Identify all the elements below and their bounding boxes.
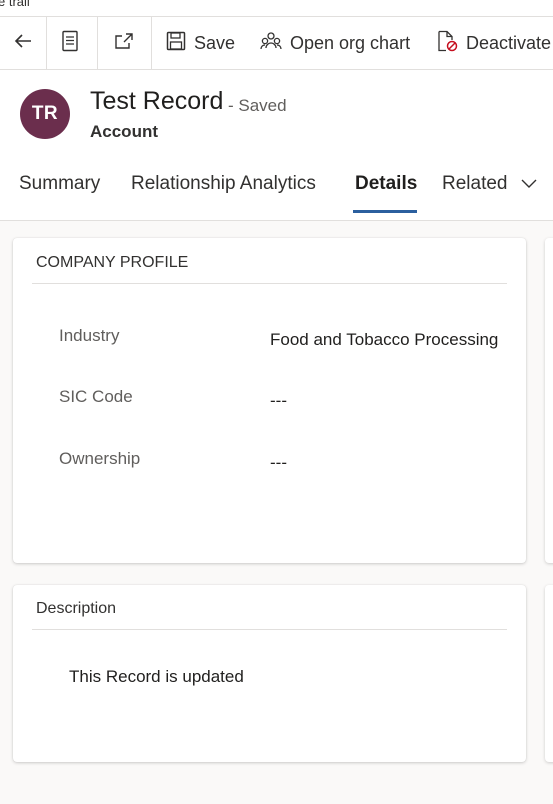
section-divider — [32, 283, 507, 284]
tab-relationship-analytics[interactable]: Relationship Analytics — [131, 173, 316, 195]
popout-icon — [114, 32, 134, 55]
record-title: Test Record — [90, 87, 224, 115]
entity-name: Account — [90, 122, 158, 141]
avatar: TR — [20, 89, 70, 139]
chevron-down-icon — [521, 173, 537, 195]
description-section: Description This Record is updated — [13, 585, 526, 762]
ownership-label: Ownership — [59, 449, 141, 468]
tab-details[interactable]: Details — [355, 173, 417, 195]
description-text[interactable]: This Record is updated — [69, 667, 244, 687]
section-divider — [32, 629, 507, 630]
deactivate-label: Deactivate — [466, 32, 552, 53]
active-tab-indicator — [353, 210, 417, 213]
back-button[interactable] — [0, 17, 46, 69]
deactivate-icon — [436, 30, 458, 57]
popout-button[interactable] — [100, 17, 148, 69]
save-icon — [166, 31, 186, 56]
form-selector-button[interactable] — [47, 17, 93, 69]
industry-label: Industry — [59, 326, 120, 345]
right-edge-section — [545, 238, 553, 563]
tab-related-label: Related — [442, 173, 508, 195]
right-edge-section — [545, 585, 553, 762]
industry-value[interactable]: Food and Tobacco Processing — [270, 330, 510, 350]
section-title: COMPANY PROFILE — [36, 254, 189, 271]
top-cut-text: e trail — [0, 0, 30, 9]
deactivate-button[interactable]: Deactivate — [436, 17, 551, 69]
form-icon — [61, 30, 79, 57]
open-org-chart-button[interactable]: Open org chart — [260, 17, 410, 69]
company-profile-section: COMPANY PROFILE Industry Food and Tobacc… — [13, 238, 526, 563]
description-title: Description — [36, 600, 117, 617]
save-button[interactable]: Save — [166, 17, 235, 69]
save-label: Save — [194, 32, 236, 53]
sic-code-label: SIC Code — [59, 387, 133, 406]
command-bar: Save Open org chart Deactivate — [0, 16, 553, 70]
save-status: - Saved — [228, 96, 287, 115]
top-cut-strip: e trail — [0, 0, 553, 16]
org-chart-icon — [260, 31, 282, 56]
record-header: TR Test Record - Saved Account Summary R… — [0, 70, 553, 221]
tab-related[interactable]: Related — [442, 173, 537, 195]
org-chart-label: Open org chart — [290, 32, 411, 53]
back-arrow-icon — [13, 31, 33, 56]
sic-code-value[interactable]: --- — [270, 391, 287, 411]
ownership-value[interactable]: --- — [270, 453, 287, 473]
tab-summary[interactable]: Summary — [19, 173, 100, 195]
